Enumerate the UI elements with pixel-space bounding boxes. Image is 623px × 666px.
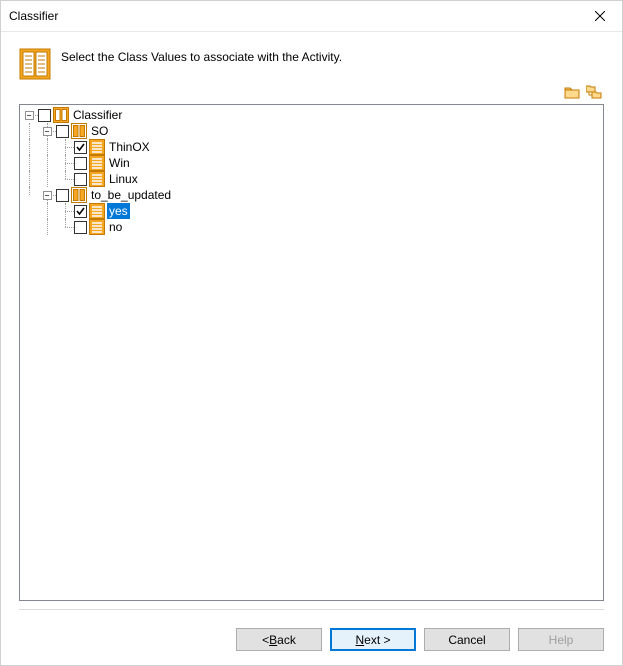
tree-node-classifier[interactable]: − Classifier [20,107,603,123]
value-node-icon [89,203,105,219]
value-node-icon [89,155,105,171]
help-button: Help [518,628,604,651]
tree-node-thinox[interactable]: ThinOX [20,139,603,155]
expander-icon[interactable]: − [43,127,52,136]
classifier-icon [19,48,51,80]
separator [19,609,604,610]
checkbox[interactable] [74,157,87,170]
class-node-icon [71,187,87,203]
checkbox[interactable] [74,205,87,218]
checkbox[interactable] [74,141,87,154]
button-row: < Back Next > Cancel Help [1,628,622,665]
checkbox[interactable] [74,173,87,186]
node-label: Win [107,155,132,171]
expand-folder-icon[interactable] [564,84,580,100]
intro-text: Select the Class Values to associate wit… [61,48,604,64]
node-label: yes [107,203,130,219]
node-label: no [107,219,124,235]
title-bar: Classifier [1,1,622,32]
value-node-icon [89,139,105,155]
classifier-dialog: Classifier Select the Class Values to as… [0,0,623,666]
expander-icon[interactable]: − [25,111,34,120]
value-node-icon [89,171,105,187]
node-label: ThinOX [107,139,152,155]
close-icon [595,11,605,21]
tree-node-win[interactable]: Win [20,155,603,171]
node-label: to_be_updated [89,187,173,203]
cancel-button[interactable]: Cancel [424,628,510,651]
back-button[interactable]: < Back [236,628,322,651]
next-button[interactable]: Next > [330,628,416,651]
value-node-icon [89,219,105,235]
class-node-icon [71,123,87,139]
content-area: Select the Class Values to associate wit… [1,32,622,628]
tree-view[interactable]: − Classifier − SO [19,104,604,601]
close-button[interactable] [577,1,622,31]
checkbox[interactable] [56,125,69,138]
tree-node-no[interactable]: no [20,219,603,235]
window-title: Classifier [9,9,577,23]
tree-node-so[interactable]: − SO [20,123,603,139]
collapse-folder-icon[interactable] [586,84,602,100]
tree-node-yes[interactable]: yes [20,203,603,219]
intro-row: Select the Class Values to associate wit… [19,48,604,80]
expander-icon[interactable]: − [43,191,52,200]
node-label: SO [89,123,110,139]
tree-node-linux[interactable]: Linux [20,171,603,187]
classifier-node-icon [53,107,69,123]
checkbox[interactable] [74,221,87,234]
tree-node-to-be-updated[interactable]: − to_be_updated [20,187,603,203]
toolbar [19,84,604,100]
checkbox[interactable] [38,109,51,122]
node-label: Linux [107,171,140,187]
checkbox[interactable] [56,189,69,202]
node-label: Classifier [71,107,124,123]
